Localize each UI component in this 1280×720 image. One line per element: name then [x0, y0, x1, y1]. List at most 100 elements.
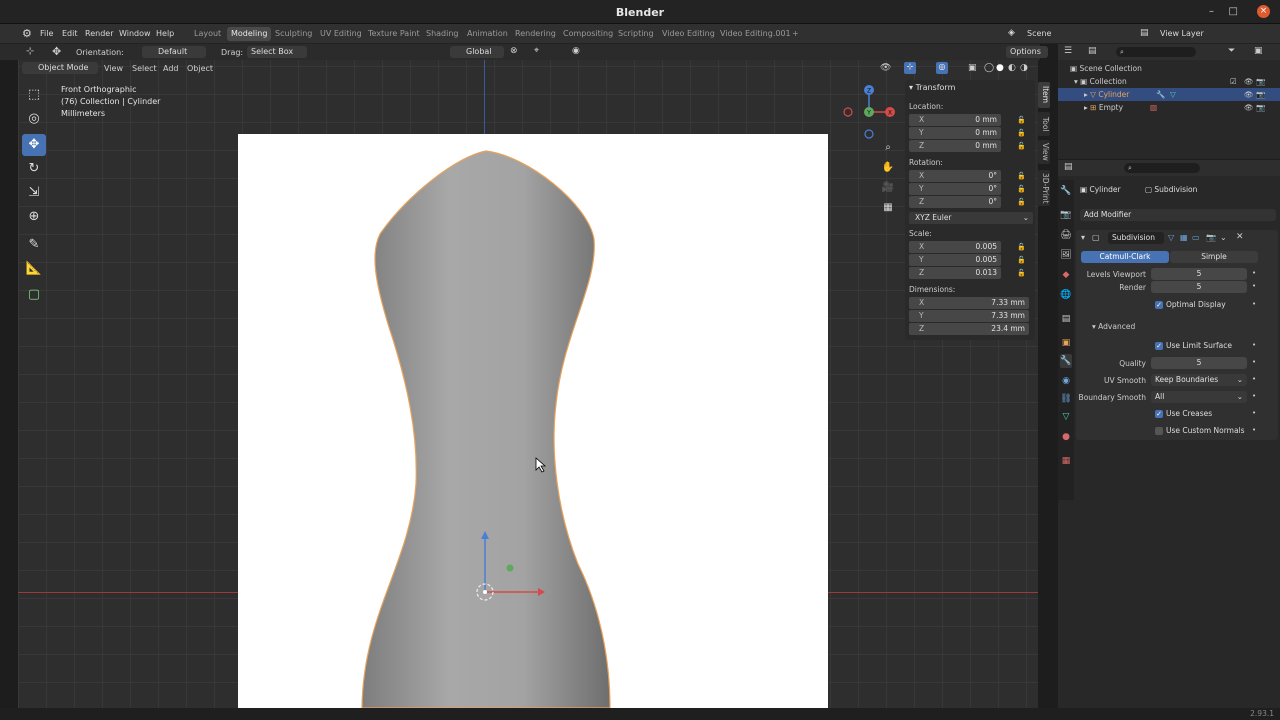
object-origin-gizmo[interactable] — [468, 525, 548, 605]
cage-toggle-icon[interactable]: ▦ — [1180, 233, 1188, 242]
scene-icon[interactable]: ◈ — [1008, 28, 1015, 38]
location-x-field[interactable]: X 0 mm — [909, 114, 1001, 126]
dimensions-x-field[interactable]: X 7.33 mm — [909, 297, 1029, 309]
transform-tool-icon[interactable]: ⊕ — [22, 206, 46, 228]
snap-icon[interactable]: ⌖ — [534, 46, 539, 56]
tab-3d-print[interactable]: 3D-Print — [1038, 170, 1050, 206]
use-custom-normals-checkbox[interactable] — [1155, 427, 1163, 435]
dimensions-y-field[interactable]: Y 7.33 mm — [909, 310, 1029, 322]
location-z-field[interactable]: Z 0 mm — [909, 140, 1001, 152]
viewport-menu-view[interactable]: View — [104, 64, 123, 73]
tab-layout[interactable]: Layout — [190, 27, 225, 41]
modifier-dropdown-icon[interactable]: ⌄ — [1220, 233, 1227, 242]
scene-tab-icon[interactable]: ◆ — [1060, 268, 1072, 282]
add-modifier-dropdown[interactable]: Add Modifier — [1080, 209, 1276, 221]
tab-rendering[interactable]: Rendering — [511, 27, 560, 41]
maximize-button[interactable]: □ — [1229, 6, 1238, 17]
rotation-mode-dropdown[interactable]: XYZ Euler ⌄ — [909, 212, 1033, 224]
expand-arrow-icon[interactable]: ▸ — [1084, 103, 1088, 112]
navigation-gizmo[interactable]: Z X Y — [838, 82, 902, 142]
ortho-grid-icon[interactable]: ▦ — [880, 202, 896, 218]
viewport-menu-select[interactable]: Select — [132, 64, 157, 73]
object-tab-icon[interactable]: ▣ — [1060, 336, 1072, 350]
outliner-row-empty[interactable]: ▸ ⊞ Empty ▨ 👁 📷 — [1058, 101, 1280, 114]
outliner-editor-icon[interactable]: ☰ — [1064, 46, 1072, 56]
render-levels-field[interactable]: 5 — [1151, 281, 1247, 293]
eye-icon[interactable]: 👁 — [1244, 101, 1254, 114]
material-tab-icon[interactable]: ● — [1060, 430, 1072, 444]
keyframe-dot-icon[interactable]: • — [1252, 426, 1256, 434]
boundary-smooth-dropdown[interactable]: All ⌄ — [1151, 391, 1247, 403]
rotation-z-field[interactable]: Z 0° — [909, 196, 1001, 208]
tab-sculpting[interactable]: Sculpting — [271, 27, 316, 41]
tab-shading[interactable]: Shading — [422, 27, 463, 41]
lock-icon[interactable]: 🔓 — [1017, 256, 1026, 264]
tab-modeling[interactable]: Modeling — [227, 27, 272, 41]
tab-view[interactable]: View — [1038, 140, 1050, 164]
checkbox-icon[interactable]: ☑ — [1230, 75, 1237, 88]
rendered-shading-icon[interactable]: ◑ — [1020, 63, 1028, 73]
expand-arrow-icon[interactable]: ▾ — [1074, 77, 1078, 86]
output-properties-tab-icon[interactable]: 🖨 — [1060, 228, 1072, 242]
add-workspace-button[interactable]: + — [788, 27, 803, 41]
filter-icon[interactable]: ⏷ — [1228, 46, 1235, 56]
keyframe-dot-icon[interactable]: • — [1252, 358, 1256, 366]
lock-icon[interactable]: 🔓 — [1017, 129, 1026, 137]
lock-icon[interactable]: 🔓 — [1017, 198, 1026, 206]
catmull-clark-button[interactable]: Catmull-Clark — [1081, 251, 1169, 263]
outliner-row-cylinder[interactable]: ▸ ▽ Cylinder 🔧 ▽ 👁 📷 — [1058, 88, 1280, 101]
tab-video-editing-001[interactable]: Video Editing.001 — [716, 27, 795, 41]
outliner-row-scene-collection[interactable]: ▣ Scene Collection — [1058, 62, 1280, 75]
scene-selector[interactable]: Scene — [1027, 29, 1051, 38]
camera-view-icon[interactable]: 🎥 — [880, 182, 896, 198]
tab-video-editing[interactable]: Video Editing — [658, 27, 719, 41]
keyframe-dot-icon[interactable]: • — [1252, 375, 1256, 383]
orientation-dropdown[interactable]: Default — [142, 46, 206, 58]
constraints-tab-icon[interactable]: ⛓ — [1060, 392, 1072, 406]
view-layer-selector[interactable]: View Layer — [1160, 29, 1204, 38]
outliner-search-input[interactable]: ⌕ — [1116, 47, 1196, 57]
minimize-button[interactable]: – — [1209, 6, 1214, 17]
lock-icon[interactable]: 🔓 — [1017, 243, 1026, 251]
keyframe-dot-icon[interactable]: • — [1252, 392, 1256, 400]
display-mode-icon[interactable]: ▤ — [1088, 46, 1097, 56]
camera-icon[interactable]: 📷 — [1256, 88, 1265, 101]
eye-icon[interactable]: 👁 — [1244, 88, 1254, 101]
menu-edit[interactable]: Edit — [62, 29, 78, 38]
xray-icon[interactable]: ▣ — [968, 63, 977, 73]
view-layer-tab-icon[interactable]: 🖼 — [1060, 248, 1072, 262]
pivot-icon[interactable]: ⊗ — [510, 46, 518, 56]
blender-logo-icon[interactable]: ⚙ — [22, 27, 32, 40]
tab-tool[interactable]: Tool — [1038, 112, 1050, 136]
expand-arrow-icon[interactable]: ▸ — [1084, 90, 1088, 99]
modifier-wrench-icon[interactable]: 🔧 — [1156, 88, 1165, 101]
physics-tab-icon[interactable]: ◉ — [1060, 374, 1072, 388]
keyframe-dot-icon[interactable]: • — [1252, 300, 1256, 308]
render-properties-tab-icon[interactable]: 📷 — [1060, 208, 1072, 222]
solid-shading-icon[interactable]: ● — [996, 63, 1004, 73]
measure-tool-icon[interactable]: 📐 — [22, 258, 46, 280]
viewport-toggle-icon[interactable]: ▭ — [1192, 233, 1200, 242]
material-shading-icon[interactable]: ◐ — [1008, 63, 1016, 73]
remove-modifier-icon[interactable]: ✕ — [1236, 232, 1244, 242]
lock-icon[interactable]: 🔓 — [1017, 185, 1026, 193]
location-y-field[interactable]: Y 0 mm — [909, 127, 1001, 139]
collection-tab-icon[interactable]: ▤ — [1060, 312, 1072, 326]
lock-icon[interactable]: 🔓 — [1017, 172, 1026, 180]
viewport-menu-add[interactable]: Add — [163, 64, 179, 73]
gizmo-toggle-icon[interactable]: ⊹ — [904, 62, 916, 74]
tab-animation[interactable]: Animation — [463, 27, 512, 41]
dimensions-z-field[interactable]: Z 23.4 mm — [909, 323, 1029, 335]
rotation-x-field[interactable]: X 0° — [909, 170, 1001, 182]
collapse-arrow-icon[interactable]: ▾ — [1081, 233, 1085, 242]
image-data-icon[interactable]: ▨ — [1150, 101, 1157, 114]
mesh-data-tab-icon[interactable]: ▽ — [1060, 410, 1072, 424]
render-toggle-icon[interactable]: 📷 — [1206, 233, 1216, 242]
pan-hand-icon[interactable]: ✋ — [880, 162, 896, 178]
menu-help[interactable]: Help — [156, 29, 174, 38]
mesh-data-icon[interactable]: ▽ — [1170, 88, 1176, 101]
annotate-tool-icon[interactable]: ✎ — [22, 234, 46, 256]
menu-render[interactable]: Render — [85, 29, 113, 38]
transform-orientation-dropdown[interactable]: Global — [450, 46, 504, 58]
tab-texture-paint[interactable]: Texture Paint — [364, 27, 424, 41]
